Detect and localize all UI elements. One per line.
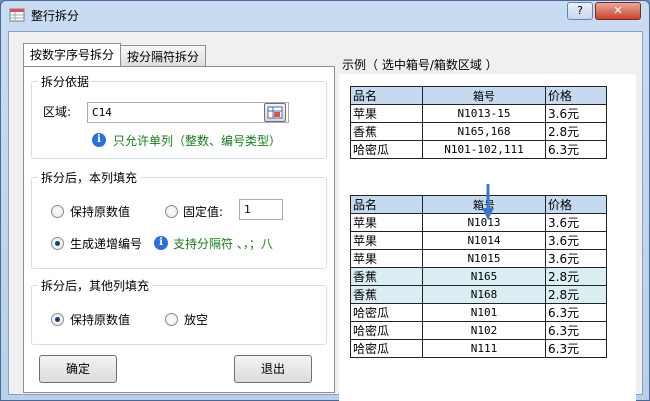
main-window: 整行拆分 ? ✕ 按数字序号拆分 按分隔符拆分 拆分依据 区域: C14 i 只… — [0, 0, 650, 401]
after-table-row: 哈密瓜 N102 6.3元 — [350, 321, 607, 340]
before-table-cell: 6.3元 — [545, 140, 607, 159]
before-table-row: 哈密瓜 N101-102,111 6.3元 — [350, 140, 607, 159]
exit-button[interactable]: 退出 — [234, 355, 312, 383]
after-table-cell: 苹果 — [350, 249, 423, 268]
before-table-cell: N101-102,111 — [422, 140, 546, 159]
after-table-row: 苹果 N1015 3.6元 — [350, 249, 607, 268]
after-table-row: 苹果 N1013 3.6元 — [350, 213, 607, 232]
after-table-cell: 3.6元 — [545, 249, 607, 268]
before-table-cell: 2.8元 — [545, 122, 607, 141]
delimiter-hint: 支持分隔符 、，；八 — [173, 237, 273, 251]
before-table-cell: N1013-15 — [422, 104, 546, 123]
after-table-cell: 哈密瓜 — [350, 303, 423, 322]
range-hint: 只允许单列（整数、编号类型） — [113, 134, 282, 148]
fill-other-legend: 拆分后，其他列填充 — [38, 277, 153, 294]
split-basis-legend: 拆分依据 — [38, 73, 93, 90]
after-table-cell: 3.6元 — [545, 213, 607, 232]
other-keep-original-radio[interactable] — [51, 313, 64, 326]
other-empty-label[interactable]: 放空 — [184, 311, 208, 328]
title-bar[interactable]: 整行拆分 ? ✕ — [1, 1, 649, 31]
arrow-down-icon — [482, 184, 494, 220]
split-basis-group: 拆分依据 区域: C14 i 只允许单列（整数、编号类型） — [31, 73, 327, 159]
after-table-cell: 哈密瓜 — [350, 321, 423, 340]
fill-other-columns-group: 拆分后，其他列填充 保持原数值 放空 — [31, 277, 327, 345]
tab-split-by-delimiter[interactable]: 按分隔符拆分 — [120, 45, 207, 66]
before-table-cell: 3.6元 — [545, 104, 607, 123]
after-table-cell: 香蕉 — [350, 267, 423, 286]
tab-split-by-number[interactable]: 按数字序号拆分 — [23, 43, 122, 66]
after-table-cell: N168 — [422, 285, 546, 304]
after-header-cell: 价格 — [545, 195, 607, 214]
range-select-icon — [267, 106, 283, 119]
before-header-row: 品名 箱号 价格 — [350, 86, 607, 105]
before-table-cell: 香蕉 — [350, 122, 423, 141]
after-table-cell: N165 — [422, 267, 546, 286]
before-table-cell: 苹果 — [350, 104, 423, 123]
range-label: 区域: — [43, 105, 72, 119]
before-table-row: 苹果 N1013-15 3.6元 — [350, 104, 607, 123]
window-title: 整行拆分 — [31, 9, 80, 23]
after-table-cell: 3.6元 — [545, 231, 607, 250]
after-table-row: 香蕉 N168 2.8元 — [350, 285, 607, 304]
info-icon: i — [154, 236, 168, 250]
range-input[interactable]: C14 — [87, 102, 289, 123]
after-table-cell: N111 — [422, 339, 546, 358]
ok-button[interactable]: 确定 — [39, 355, 117, 383]
after-table-row: 哈密瓜 N111 6.3元 — [350, 339, 607, 358]
range-picker-button[interactable] — [264, 103, 286, 122]
after-table-row: 哈密瓜 N101 6.3元 — [350, 303, 607, 322]
increment-number-label[interactable]: 生成递增编号 — [70, 235, 142, 252]
after-table-cell: 6.3元 — [545, 321, 607, 340]
after-header-row: 品名 箱号 价格 — [350, 195, 607, 214]
increment-number-radio[interactable] — [51, 237, 64, 250]
keep-original-radio[interactable] — [51, 205, 64, 218]
before-header-cell: 品名 — [350, 86, 423, 105]
after-table-cell: 苹果 — [350, 213, 423, 232]
help-button[interactable]: ? — [567, 2, 593, 20]
other-empty-radio[interactable] — [165, 313, 178, 326]
example-before-table: 品名 箱号 价格 苹果 N1013-15 3.6元 香蕉 N165,168 2.8元 哈密瓜 N10… — [350, 86, 607, 159]
after-table-cell: 6.3元 — [545, 339, 607, 358]
after-table-cell: N1015 — [422, 249, 546, 268]
keep-original-label[interactable]: 保持原数值 — [70, 203, 130, 220]
after-table-cell: 香蕉 — [350, 285, 423, 304]
after-table-cell: N101 — [422, 303, 546, 322]
dialog-client-area: 按数字序号拆分 按分隔符拆分 拆分依据 区域: C14 i 只允许单列（整数、编… — [8, 31, 643, 401]
other-keep-original-label[interactable]: 保持原数值 — [70, 311, 130, 328]
fixed-value-radio[interactable] — [165, 205, 178, 218]
close-button[interactable]: ✕ — [595, 2, 641, 20]
before-table-row: 香蕉 N165,168 2.8元 — [350, 122, 607, 141]
after-table-cell: 2.8元 — [545, 285, 607, 304]
before-table-cell: N165,168 — [422, 122, 546, 141]
fixed-value-input[interactable]: 1 — [239, 199, 283, 220]
example-panel: 品名 箱号 价格 苹果 N1013-15 3.6元 香蕉 N165,168 2.8元 哈密瓜 N10… — [339, 74, 636, 401]
after-table-cell: 2.8元 — [545, 267, 607, 286]
fixed-value-label[interactable]: 固定值: — [183, 203, 223, 220]
after-table-cell: 哈密瓜 — [350, 339, 423, 358]
before-header-cell: 价格 — [545, 86, 607, 105]
before-header-cell: 箱号 — [422, 86, 546, 105]
after-table-cell: N1014 — [422, 231, 546, 250]
example-title: 示例（ 选中箱号/箱数区域 ） — [342, 58, 498, 72]
after-table-row: 香蕉 N165 2.8元 — [350, 267, 607, 286]
app-icon — [9, 8, 25, 22]
fill-current-legend: 拆分后，本列填充 — [38, 169, 141, 186]
after-table-row: 苹果 N1014 3.6元 — [350, 231, 607, 250]
example-after-table: 品名 箱号 价格 苹果 N1013 3.6元 苹果 N1014 3.6元 苹果 N1015 3.6元香… — [350, 195, 607, 358]
fill-current-column-group: 拆分后，本列填充 保持原数值 固定值: 1 生成递增编号 i 支持分隔符 、，；… — [31, 169, 327, 269]
info-icon: i — [92, 133, 106, 147]
after-table-cell: 6.3元 — [545, 303, 607, 322]
after-table-cell: 苹果 — [350, 231, 423, 250]
after-header-cell: 品名 — [350, 195, 423, 214]
tab-panel: 拆分依据 区域: C14 i 只允许单列（整数、编号类型） 拆分后，本列填充 保… — [23, 66, 335, 393]
after-table-cell: N102 — [422, 321, 546, 340]
before-table-cell: 哈密瓜 — [350, 140, 423, 159]
